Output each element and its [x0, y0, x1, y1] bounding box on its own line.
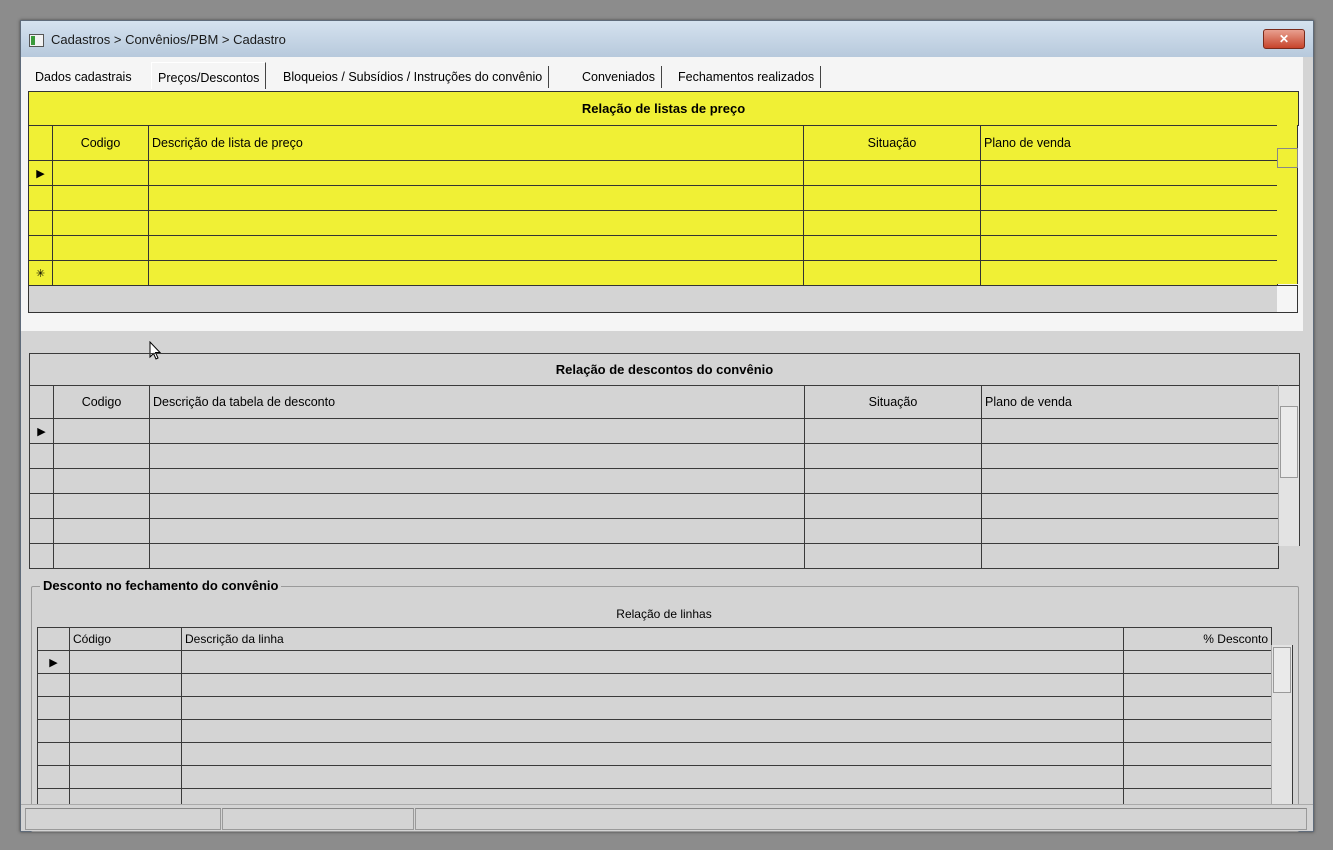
tab-bloqueios[interactable]: Bloqueios / Subsídios / Instruções do co… — [277, 66, 550, 88]
table-row[interactable] — [37, 719, 1272, 743]
discounts-vscroll[interactable] — [1278, 385, 1300, 546]
window-title: Cadastros > Convênios/PBM > Cadastro — [51, 32, 286, 47]
col-header-plan[interactable]: Plano de venda — [981, 385, 1279, 419]
table-row[interactable] — [37, 673, 1272, 697]
tab-panel: Relação de listas de preço Codigo Descri… — [21, 89, 1303, 360]
col-header-plan[interactable]: Plano de venda — [980, 125, 1278, 161]
col-header-status[interactable]: Situação — [803, 125, 981, 161]
main-window: Cadastros > Convênios/PBM > Cadastro ✕ D… — [20, 20, 1314, 832]
scroll-corner — [1277, 285, 1298, 313]
tab-precos-descontos[interactable]: Preços/Descontos — [151, 62, 267, 90]
table-row[interactable] — [29, 493, 1279, 519]
price-lists-scroll-area — [1277, 125, 1298, 284]
tab-conveniados[interactable]: Conveniados — [576, 66, 662, 88]
price-lists-scroll-thumb[interactable] — [1277, 148, 1298, 168]
closing-discount-title: Desconto no fechamento do convênio — [40, 578, 282, 593]
status-pane-2 — [222, 808, 414, 830]
col-header-code[interactable]: Código — [69, 627, 182, 651]
lines-grid[interactable]: Código Descrição da linha % Desconto ▶ — [37, 627, 1272, 812]
title-bar[interactable]: Cadastros > Convênios/PBM > Cadastro ✕ — [21, 21, 1313, 58]
status-pane-3 — [415, 808, 1307, 830]
table-row[interactable] — [28, 185, 1278, 211]
table-row[interactable] — [29, 468, 1279, 494]
table-row[interactable] — [29, 443, 1279, 469]
table-row[interactable] — [29, 543, 1279, 569]
table-row[interactable] — [29, 518, 1279, 544]
price-lists-hscroll[interactable] — [28, 285, 1278, 313]
col-header-code[interactable]: Codigo — [52, 125, 149, 161]
col-header-description[interactable]: Descrição da tabela de desconto — [149, 385, 805, 419]
current-row-indicator: ▶ — [37, 650, 70, 674]
row-header-corner — [37, 627, 70, 651]
status-pane-1 — [25, 808, 221, 830]
tab-strip: Dados cadastrais Preços/Descontos Bloque… — [21, 57, 1303, 90]
table-row[interactable] — [37, 696, 1272, 720]
window-content: Dados cadastrais Preços/Descontos Bloque… — [21, 57, 1313, 832]
table-row[interactable]: ▶ — [29, 418, 1279, 444]
new-row[interactable]: ✳ — [28, 260, 1278, 286]
discounts-grid[interactable]: Codigo Descrição da tabela de desconto S… — [29, 385, 1279, 569]
tab-dados-cadastrais[interactable]: Dados cadastrais — [29, 66, 138, 88]
discounts-header: Relação de descontos do convênio — [29, 353, 1300, 386]
table-row[interactable]: ▶ — [37, 650, 1272, 674]
lines-vscroll[interactable] — [1271, 645, 1293, 809]
new-row-indicator: ✳ — [28, 260, 53, 286]
col-header-description[interactable]: Descrição da linha — [181, 627, 1124, 651]
close-button[interactable]: ✕ — [1263, 29, 1305, 49]
price-lists-grid[interactable]: Codigo Descrição de lista de preço Situa… — [28, 125, 1278, 286]
lines-grid-title: Relação de linhas — [616, 607, 712, 621]
row-header-corner — [29, 385, 54, 419]
current-row-indicator: ▶ — [29, 418, 54, 444]
table-row[interactable] — [37, 742, 1272, 766]
price-lists-header: Relação de listas de preço — [28, 91, 1299, 126]
col-header-status[interactable]: Situação — [804, 385, 982, 419]
discounts-scroll-thumb[interactable] — [1280, 406, 1298, 478]
status-bar — [21, 804, 1313, 831]
price-lists-title: Relação de listas de preço — [581, 101, 746, 116]
closing-discount-group: Desconto no fechamento do convênio Relaç… — [31, 578, 1299, 832]
col-header-description[interactable]: Descrição de lista de preço — [148, 125, 804, 161]
app-icon — [29, 34, 44, 47]
col-header-percent[interactable]: % Desconto — [1123, 627, 1272, 651]
table-row[interactable] — [28, 235, 1278, 261]
col-header-code[interactable]: Codigo — [53, 385, 150, 419]
table-row[interactable] — [37, 765, 1272, 789]
discounts-title: Relação de descontos do convênio — [555, 362, 774, 377]
tab-fechamentos[interactable]: Fechamentos realizados — [672, 66, 822, 88]
table-row[interactable] — [28, 210, 1278, 236]
table-row[interactable]: ▶ — [28, 160, 1278, 186]
current-row-indicator: ▶ — [28, 160, 53, 186]
lines-scroll-thumb[interactable] — [1273, 647, 1291, 693]
row-header-corner — [28, 125, 53, 161]
